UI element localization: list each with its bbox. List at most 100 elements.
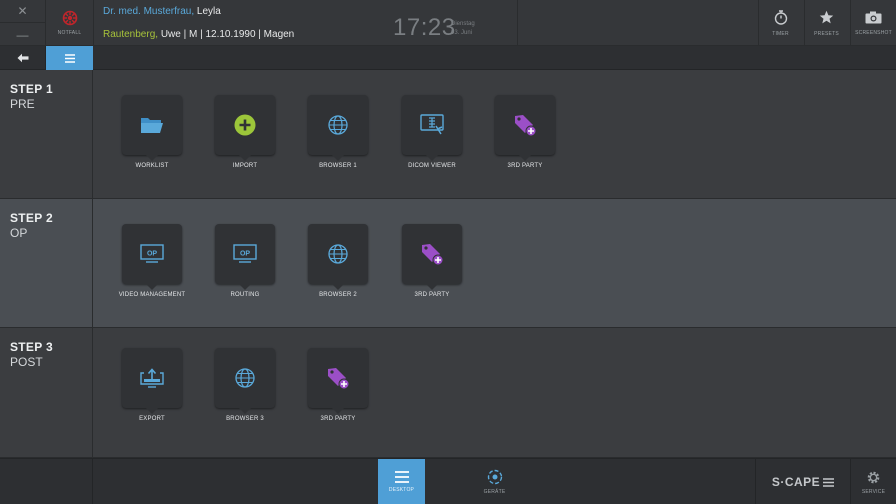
emergency-icon (62, 10, 77, 26)
folder-icon (141, 118, 163, 133)
step-subtitle: POST (10, 355, 43, 369)
tile-label: 3RD PARTY (414, 292, 450, 298)
step-title: STEP 3 (10, 340, 53, 354)
tile-label: ROUTING (230, 292, 260, 298)
app-tile-3rd-party[interactable]: 3RD PARTY (478, 95, 570, 195)
op-monitor-icon: OP (233, 244, 257, 263)
tile-box[interactable] (308, 348, 368, 414)
app-tile-video-management[interactable]: OP VIDEO MANAGEMENT (105, 224, 197, 324)
presets-label: PRESETS (814, 30, 839, 37)
clock-date: Dienstag 03. Juni (451, 20, 475, 38)
scape-brand-button[interactable]: S·CAPE (755, 459, 850, 504)
plus-circle-icon (234, 114, 256, 136)
tile-box[interactable] (402, 224, 462, 290)
top-bar: ✕ — NOTFALL Dr. med. Musterfrau, Leyla R… (0, 0, 896, 46)
dicom-viewer-icon (420, 114, 444, 135)
step-1-section: STEP 1 PRE WORKLIST IMPORT BROWSER 1 DIC… (0, 70, 896, 199)
step-3-label: STEP 3 POST (0, 328, 93, 457)
desktop-label: DESKTOP (388, 487, 415, 493)
op-monitor-icon: OP (140, 244, 164, 263)
doctor-first-name: Leyla (194, 6, 221, 17)
close-window-button[interactable]: ✕ (0, 0, 46, 23)
op-badge-text: OP (240, 251, 250, 258)
app-tile-routing[interactable]: OP ROUTING (198, 224, 290, 324)
tile-label: EXPORT (139, 416, 165, 422)
tile-box[interactable] (308, 95, 368, 161)
app-tile-dicom-viewer[interactable]: DICOM VIEWER (385, 95, 477, 195)
timer-button[interactable]: TIMER (758, 0, 802, 46)
step-1-label: STEP 1 PRE (0, 70, 93, 198)
back-button[interactable] (0, 46, 46, 70)
step-title: STEP 2 (10, 211, 53, 225)
service-button[interactable]: SERVICE (850, 459, 896, 504)
menu-icon (823, 477, 835, 487)
app-window: ✕ — NOTFALL Dr. med. Musterfrau, Leyla R… (0, 0, 896, 504)
desktop-button[interactable]: DESKTOP (378, 459, 425, 504)
tile-label: 3RD PARTY (507, 163, 543, 169)
globe-icon (235, 368, 255, 388)
tile-label: WORKLIST (135, 163, 169, 169)
tile-label: BROWSER 3 (226, 416, 264, 422)
tile-box[interactable] (122, 95, 182, 161)
tile-label: VIDEO MANAGEMENT (118, 292, 186, 298)
arrow-left-icon (17, 53, 28, 63)
star-icon (819, 10, 834, 23)
patient-line: Rautenberg, Uwe | M | 12.10.1990 | Magen (103, 29, 294, 40)
menu-icon (64, 53, 75, 63)
tag-plus-icon (515, 115, 537, 137)
tile-label: IMPORT (232, 163, 258, 169)
tile-box[interactable] (215, 95, 275, 161)
gear-icon (867, 471, 880, 483)
op-badge-text: OP (147, 251, 157, 258)
menu-button[interactable] (46, 46, 93, 75)
screenshot-button[interactable]: SCREENSHOT (850, 0, 896, 46)
tile-label: BROWSER 2 (319, 292, 357, 298)
menu-icon (394, 471, 409, 483)
tile-box[interactable]: OP (215, 224, 275, 290)
tile-label: DICOM VIEWER (408, 163, 456, 169)
app-tile-browser-3[interactable]: BROWSER 3 (198, 348, 290, 448)
patient-details: Uwe | M | 12.10.1990 | Magen (158, 29, 295, 40)
step-2-section: STEP 2 OP OP VIDEO MANAGEMENT OP ROUTING… (0, 199, 896, 328)
doctor-line: Dr. med. Musterfrau, Leyla (103, 6, 221, 17)
devices-icon (487, 469, 502, 485)
tile-box[interactable] (495, 95, 555, 161)
app-tile-worklist[interactable]: WORKLIST (105, 95, 197, 195)
scape-brand-text: S·CAPE (771, 475, 821, 489)
service-label: SERVICE (861, 488, 886, 495)
devices-label: GERÄTE (483, 489, 506, 495)
clock-weekday: Dienstag (451, 21, 475, 27)
tag-plus-icon (422, 244, 444, 266)
app-tile-browser-1[interactable]: BROWSER 1 (291, 95, 383, 195)
tile-box[interactable] (308, 224, 368, 290)
presets-button[interactable]: PRESETS (804, 0, 848, 46)
app-tile-3rd-party[interactable]: 3RD PARTY (291, 348, 383, 448)
bottom-bar-left-spacer (0, 459, 93, 504)
screenshot-label: SCREENSHOT (855, 29, 892, 36)
app-tile-import[interactable]: IMPORT (198, 95, 290, 195)
globe-icon (328, 115, 348, 135)
app-tile-export[interactable]: EXPORT (105, 348, 197, 448)
tile-box[interactable] (122, 348, 182, 414)
step-3-section: STEP 3 POST EXPORT BROWSER 3 3RD PARTY (0, 328, 896, 458)
app-tile-3rd-party[interactable]: 3RD PARTY (385, 224, 477, 324)
tile-box[interactable]: OP (122, 224, 182, 290)
timer-label: TIMER (772, 30, 789, 37)
clock-day: 03. Juni (451, 30, 473, 36)
step-title: STEP 1 (10, 82, 53, 96)
camera-icon (865, 11, 882, 23)
stopwatch-icon (774, 9, 787, 25)
tile-label: BROWSER 1 (319, 163, 357, 169)
step-2-label: STEP 2 OP (0, 199, 93, 327)
emergency-button[interactable]: NOTFALL (46, 0, 94, 46)
app-tile-browser-2[interactable]: BROWSER 2 (291, 224, 383, 324)
nav-strip (0, 46, 896, 75)
patient-last-name: Rautenberg, (103, 29, 159, 40)
minimize-window-button[interactable]: — (0, 23, 46, 46)
tile-box[interactable] (402, 95, 462, 161)
bottom-bar: DESKTOP GERÄTE S·CAPE SERVICE (0, 458, 896, 504)
doctor-name: Dr. med. Musterfrau, (103, 6, 195, 17)
devices-button[interactable]: GERÄTE (471, 459, 518, 504)
step-subtitle: PRE (10, 97, 35, 111)
tile-box[interactable] (215, 348, 275, 414)
